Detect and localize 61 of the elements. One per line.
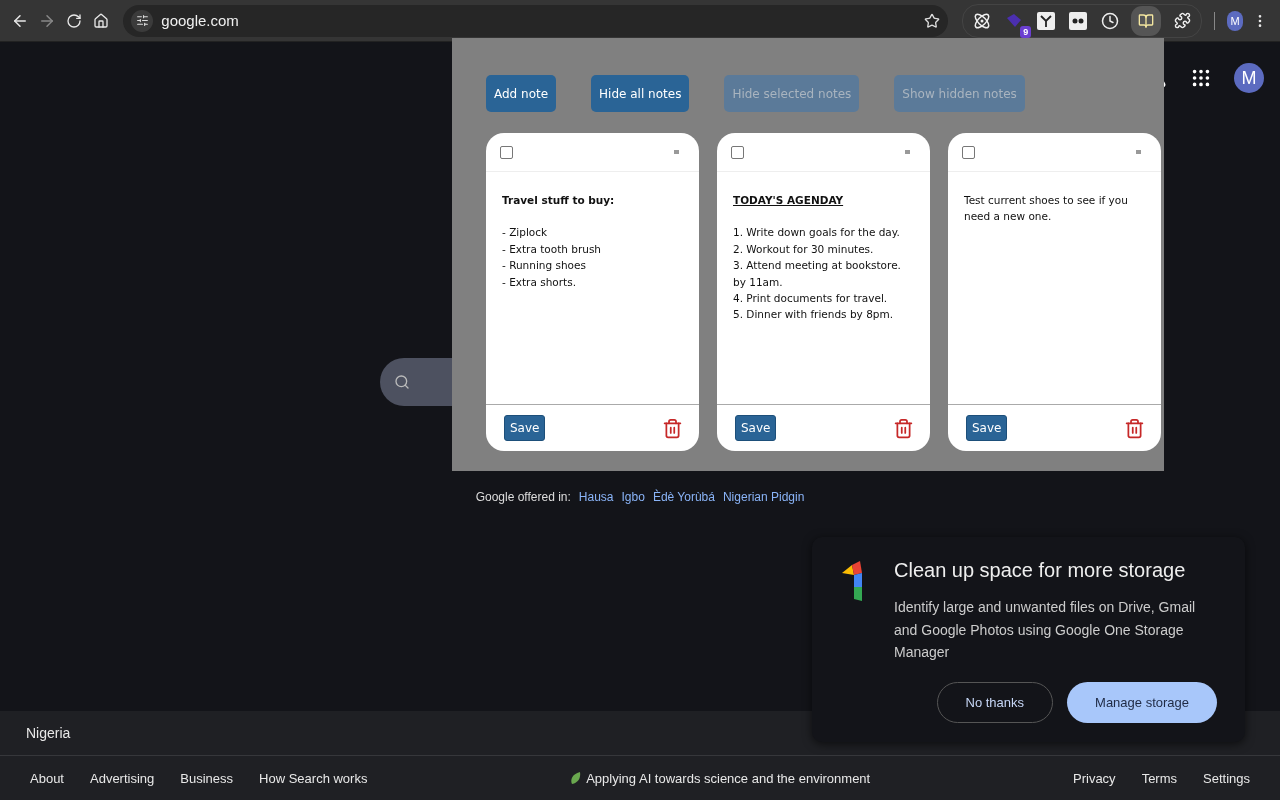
footer-link[interactable]: Privacy bbox=[1073, 770, 1116, 786]
note-text-area[interactable]: Test current shoes to see if you need a new one. bbox=[948, 172, 1161, 405]
note-line: by 11am. bbox=[733, 274, 784, 290]
extension-icon[interactable] bbox=[1067, 9, 1090, 32]
note-line: 2. Workout for 30 minutes. bbox=[733, 241, 875, 257]
note-line: - Ziplock bbox=[502, 225, 549, 241]
footer-link[interactable]: About bbox=[30, 770, 64, 786]
note-line: 1. Write down goals for the day. bbox=[733, 225, 901, 241]
note-line: - Running shoes bbox=[502, 258, 587, 274]
note-line: 5. Dinner with friends by 8pm. bbox=[733, 307, 895, 323]
prompt-text: Identify large and unwanted files on Drive, Gmail and Google Photos using Google One Storage Manager bbox=[894, 598, 1197, 662]
toolbar-button[interactable]: Add note bbox=[486, 75, 557, 112]
note-checkbox[interactable] bbox=[500, 145, 513, 159]
delete-icon[interactable] bbox=[1124, 417, 1145, 439]
leaf-icon bbox=[570, 771, 583, 785]
language-link[interactable]: Hausa bbox=[578, 490, 614, 504]
toolbar-button[interactable]: Hide all notes bbox=[591, 75, 690, 112]
country-label: Nigeria bbox=[26, 725, 71, 741]
manage-storage-button[interactable]: Manage storage bbox=[1067, 681, 1217, 723]
delete-icon[interactable] bbox=[893, 417, 914, 439]
drag-handle-icon[interactable] bbox=[674, 150, 679, 154]
extension-icon[interactable] bbox=[1035, 9, 1058, 32]
save-button[interactable]: Save bbox=[735, 415, 777, 441]
drag-handle-icon[interactable] bbox=[1136, 150, 1141, 154]
note-line: - Extra shorts. bbox=[502, 274, 577, 290]
note-checkbox[interactable] bbox=[962, 145, 975, 159]
search-icon bbox=[394, 374, 410, 390]
note-line: - Extra tooth brush bbox=[502, 241, 603, 257]
footer-link[interactable]: Business bbox=[180, 770, 234, 786]
footer-link[interactable]: Settings bbox=[1203, 770, 1250, 786]
note-line: Test current shoes to see if you need a new one. bbox=[964, 193, 1129, 225]
note-title: TODAY'S AGENDAY bbox=[733, 193, 845, 208]
apps-grid-icon[interactable] bbox=[1190, 67, 1212, 89]
home-icon[interactable] bbox=[92, 12, 109, 29]
note-line: 4. Print documents for travel. bbox=[733, 291, 889, 307]
language-link[interactable]: Igbo bbox=[621, 490, 645, 504]
note-line: 3. Attend meeting at bookstore. bbox=[733, 258, 902, 274]
account-avatar[interactable]: M bbox=[1234, 63, 1264, 93]
note-text-area[interactable]: TODAY'S AGENDAY 1. Write down goals for the day. 2. Workout for 30 minutes. 3. Attend meeting at bookstore. by 11am. 4. Print documents for travel. 5. Dinner with friends by 8pm. bbox=[717, 172, 930, 405]
note-checkbox[interactable] bbox=[731, 145, 744, 159]
delete-icon[interactable] bbox=[662, 417, 683, 439]
footer-link[interactable]: Advertising bbox=[90, 770, 155, 786]
note-text-area[interactable]: Travel stuff to buy: - Ziplock - Extra tooth brush - Running shoes - Extra shorts. bbox=[486, 172, 699, 405]
language-link[interactable]: Èdè Yorùbá bbox=[652, 490, 715, 504]
reload-icon[interactable] bbox=[66, 12, 83, 29]
save-button[interactable]: Save bbox=[504, 415, 546, 441]
note-title: Travel stuff to buy: bbox=[502, 193, 616, 208]
bookmark-star-icon[interactable] bbox=[924, 12, 941, 29]
footer-link[interactable]: Applying AI towards science and the environment bbox=[570, 770, 871, 786]
save-button[interactable]: Save bbox=[966, 415, 1008, 441]
extension-badge: 9 bbox=[1020, 25, 1032, 38]
footer-link[interactable]: Terms bbox=[1141, 770, 1177, 786]
address-bar[interactable]: google.com bbox=[123, 4, 949, 37]
language-link[interactable]: Nigerian Pidgin bbox=[722, 490, 805, 504]
footer-link[interactable]: How Search works bbox=[259, 770, 368, 786]
offered-in-label: Google offered in: bbox=[475, 490, 571, 504]
book-icon[interactable] bbox=[1131, 5, 1162, 36]
site-settings-icon[interactable] bbox=[131, 9, 154, 32]
prompt-title: Clean up space for more storage bbox=[894, 559, 1187, 582]
profile-avatar[interactable]: M bbox=[1227, 10, 1244, 31]
drag-handle-icon[interactable] bbox=[905, 150, 910, 154]
